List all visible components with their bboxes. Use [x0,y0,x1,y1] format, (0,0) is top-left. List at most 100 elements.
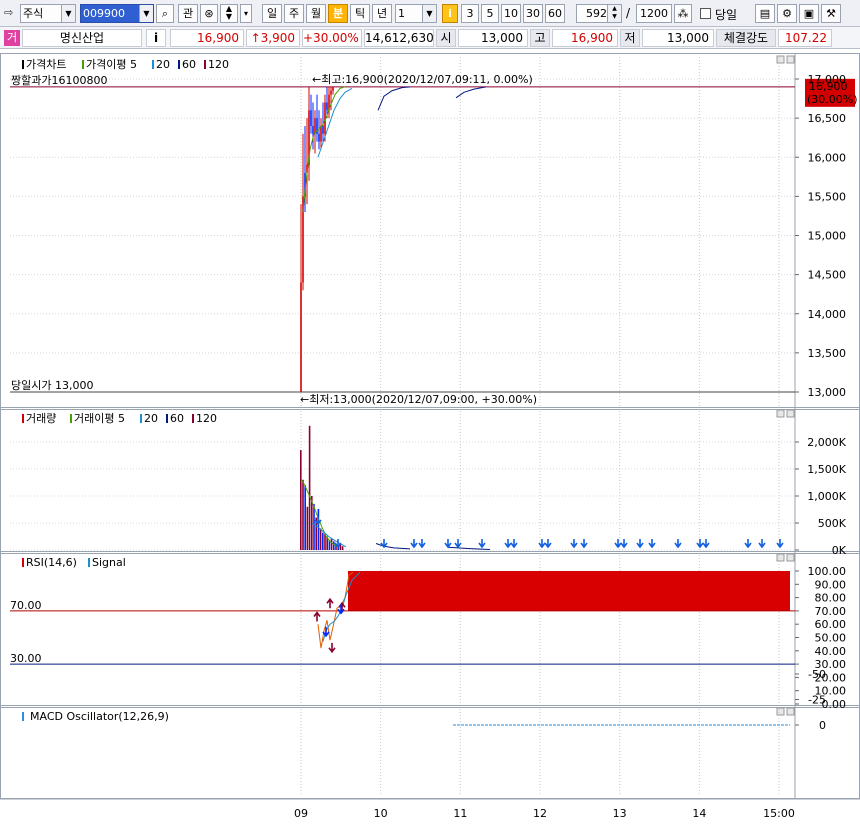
volume-bar[interactable] [319,528,322,550]
volume-bar[interactable] [330,538,333,550]
save-button[interactable]: ▣ [799,4,819,23]
volume-y-tick-label: 1,500K [807,463,846,476]
rsi-signal-arrow-icon [313,611,321,622]
stock-name[interactable]: 명신산업 [22,29,142,47]
rsi-y-tick-label: 100.00 [808,565,847,578]
close-icon[interactable] [786,707,795,716]
count-value: 592 [586,7,607,20]
count-input[interactable]: 592 ▲ ▼ [576,4,622,23]
rsi-legend-item: RSI(14,6) [26,556,77,569]
period-tab-5[interactable]: 년 [372,4,392,23]
spin-icon[interactable]: ▲ ▼ [607,5,621,22]
spin-button[interactable]: ▲ ▼ [220,4,238,23]
low-note: ←최저:13,000(2020/12/07,09:00, +30.00%) [300,393,537,406]
buy-signal-arrow-icon [444,539,452,549]
period-tab-2[interactable]: 월 [306,4,326,23]
price-legend-item: 120 [208,58,229,71]
macd-legend-swatch [22,712,24,721]
interval-select[interactable]: 1 ▼ [395,4,437,23]
volume-bar[interactable] [317,508,320,550]
interval-custom-button[interactable]: i [442,4,458,23]
volume-bar[interactable] [313,504,315,550]
arrow-right-icon[interactable]: ⇨ [4,7,18,19]
more-button[interactable]: ▾ [240,4,252,23]
chevron-down-icon[interactable]: ▼ [61,5,75,22]
stock-code-input[interactable]: 009900 ▼ [80,4,154,23]
count-max-input[interactable]: 1200 [636,4,672,23]
close-icon[interactable] [786,553,795,562]
interval-button-4[interactable]: 60 [545,4,565,23]
window-icon: ▤ [759,7,771,20]
period-tab-3[interactable]: 분 [328,4,348,23]
candle-body[interactable] [330,90,332,95]
open-line-label: 당일시가 13,000 [11,378,93,392]
volume-bar[interactable] [302,479,304,550]
period-tab-0[interactable]: 일 [262,4,282,23]
price-legend-item: 가격차트 [26,58,66,71]
rsi-panel[interactable] [10,571,795,665]
search-button[interactable]: ⌕ [156,4,174,23]
price-legend-swatch [22,60,24,69]
market-select[interactable]: 주식 ▼ [20,4,76,23]
candle-body[interactable] [300,282,302,392]
gear-icon: ⚙ [782,7,792,20]
period-tab-4[interactable]: 틱 [350,4,370,23]
current-price-tag-value: 16,900 [809,80,848,93]
rsi-legend-swatch [88,558,90,567]
minimize-icon[interactable] [776,55,785,64]
candle-body[interactable] [320,125,322,142]
candle-body[interactable] [332,86,334,91]
tools-button[interactable]: ⚒ [821,4,841,23]
volume-bar[interactable] [308,425,311,550]
volume-bar[interactable] [341,546,344,550]
chevron-down-icon[interactable]: ▼ [139,5,153,22]
close-icon[interactable] [786,55,795,64]
volume-bar[interactable] [300,450,302,550]
layout-button[interactable]: ▤ [755,4,775,23]
panel-border-price [0,53,860,410]
candle-body[interactable] [310,110,312,126]
period-tab-1[interactable]: 주 [284,4,304,23]
favorite-button[interactable]: ⊛ [200,4,218,23]
volume-bar[interactable] [306,506,309,550]
volume-legend-swatch [166,414,168,423]
vol-ma60-line-b [447,546,491,550]
volume-bar[interactable] [333,541,335,550]
minimize-icon[interactable] [776,553,785,562]
volume-bar[interactable] [324,533,326,550]
zoom-button[interactable]: ⁂ [674,4,692,23]
candle-body[interactable] [322,125,324,134]
candle-body[interactable] [312,125,314,134]
candle-body[interactable] [318,133,320,142]
minimize-icon[interactable] [776,409,785,418]
chart-area[interactable]: 09 10 11 12 13 14 15:0017,00016,50016,00015,50… [0,49,860,824]
candle-body[interactable] [314,118,316,134]
volume-panel[interactable] [300,425,784,550]
today-checkbox[interactable] [700,8,711,19]
chevron-down-icon[interactable]: ▼ [422,5,436,22]
interval-button-0[interactable]: 3 [461,4,479,23]
rsi-y-tick-label: 80.00 [815,592,847,605]
interval-button-1[interactable]: 5 [481,4,499,23]
settings-button[interactable]: ⚙ [777,4,797,23]
stock-code-value: 009900 [83,7,125,20]
open-price: 13,000 [458,29,528,47]
minimize-icon[interactable] [776,707,785,716]
close-icon[interactable] [786,409,795,418]
x-tick-label: 11 [453,807,467,820]
buy-signal-arrow-icon [776,539,784,549]
gwan-button[interactable]: 관 [178,4,198,23]
price-change-pct: +30.00% [302,29,362,47]
volume-bar[interactable] [304,485,306,550]
candle-body[interactable] [326,102,328,111]
x-tick-label: 13 [613,807,627,820]
buy-signal-arrow-icon [580,539,588,549]
volume-bar[interactable] [322,532,324,550]
interval-button-3[interactable]: 30 [523,4,543,23]
trade-volume: 14,612,630 [364,29,434,47]
interval-button-2[interactable]: 10 [501,4,521,23]
macd-legend-title: MACD Oscillator(12,26,9) [30,710,169,723]
rsi-y-tick-label: 40.00 [815,645,847,658]
x-tick-label: 12 [533,807,547,820]
info-button[interactable]: i [146,29,166,47]
